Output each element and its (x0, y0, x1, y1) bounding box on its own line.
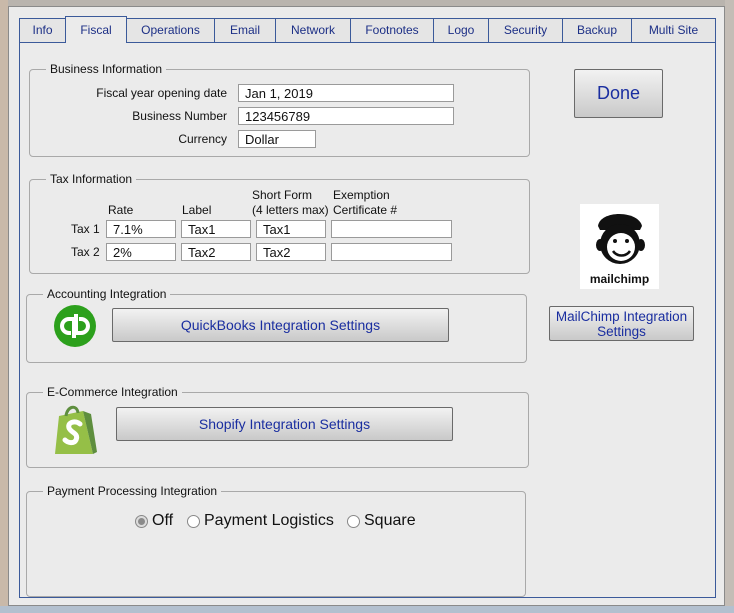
tab-logo[interactable]: Logo (433, 18, 489, 42)
mailchimp-settings-button[interactable]: MailChimp Integration Settings (549, 306, 694, 341)
payment-processing-group: Payment Processing Integration Off Payme… (26, 484, 526, 597)
tab-security[interactable]: Security (488, 18, 563, 42)
shopify-icon (49, 402, 101, 459)
tax-2-label: Tax 2 (71, 245, 100, 259)
payment-option-square[interactable]: Square (347, 512, 416, 530)
quickbooks-settings-button[interactable]: QuickBooks Integration Settings (112, 308, 449, 342)
accounting-integration-title: Accounting Integration (43, 287, 171, 301)
mailchimp-button-line2: Settings (597, 323, 646, 339)
radio-payment-logistics-label: Payment Logistics (204, 512, 334, 529)
mailchimp-logo: mailchimp (580, 204, 659, 289)
radio-off-label: Off (152, 512, 174, 529)
mailchimp-button-line1: MailChimp Integration (555, 308, 688, 324)
tax-information-group: Tax Information Rate Label Short Form (4… (29, 172, 530, 274)
tax-2-exemption-field[interactable] (331, 243, 452, 261)
label-column-header: Label (182, 203, 212, 217)
tax-2-rate-field[interactable] (106, 243, 176, 261)
payment-option-off[interactable]: Off (135, 512, 173, 530)
background-panel-right (725, 0, 734, 613)
tax-1-label: Tax 1 (71, 222, 100, 236)
short-form-hint: (4 letters max) (252, 203, 329, 217)
ecommerce-integration-group: E-Commerce Integration Shopify Integrati… (26, 385, 529, 468)
done-button[interactable]: Done (574, 69, 663, 118)
tax-1-short-form-field[interactable] (256, 220, 326, 238)
background-panel-bottom (0, 606, 734, 613)
shopify-settings-button[interactable]: Shopify Integration Settings (116, 407, 453, 441)
tax-1-rate-field[interactable] (106, 220, 176, 238)
quickbooks-icon (54, 305, 96, 350)
radio-payment-logistics-indicator[interactable] (187, 514, 200, 528)
radio-square-indicator[interactable] (347, 514, 360, 528)
tax-1-label-field[interactable] (181, 220, 251, 238)
business-number-field[interactable] (238, 107, 454, 125)
tax-1-exemption-field[interactable] (331, 220, 452, 238)
payment-option-payment-logistics[interactable]: Payment Logistics (187, 512, 334, 530)
certificate-header: Certificate # (333, 203, 398, 217)
tab-multi-site[interactable]: Multi Site (631, 18, 716, 42)
tab-info[interactable]: Info (19, 18, 66, 42)
tab-footnotes[interactable]: Footnotes (350, 18, 434, 42)
rate-column-header: Rate (108, 203, 134, 217)
tax-2-label-field[interactable] (181, 243, 251, 261)
tab-operations[interactable]: Operations (126, 18, 215, 42)
tab-backup[interactable]: Backup (562, 18, 632, 42)
tax-information-title: Tax Information (46, 172, 137, 186)
tab-network[interactable]: Network (275, 18, 351, 42)
business-information-group: Business Information Fiscal year opening… (29, 62, 530, 157)
currency-label: Currency (178, 132, 227, 146)
fiscal-year-field[interactable] (238, 84, 454, 102)
fiscal-year-label: Fiscal year opening date (96, 86, 227, 100)
background-panel-left (0, 0, 8, 613)
tab-email[interactable]: Email (214, 18, 276, 42)
tab-fiscal[interactable]: Fiscal (65, 16, 127, 43)
fiscal-tab-panel: Business Information Fiscal year opening… (19, 42, 716, 598)
ecommerce-integration-title: E-Commerce Integration (43, 385, 182, 399)
accounting-integration-group: Accounting Integration QuickBooks Integr… (26, 287, 527, 363)
business-number-label: Business Number (132, 109, 227, 123)
payment-processing-title: Payment Processing Integration (43, 484, 222, 498)
radio-square-label: Square (364, 512, 416, 529)
radio-off-indicator[interactable] (135, 514, 148, 528)
exemption-header: Exemption (333, 188, 390, 202)
business-information-title: Business Information (46, 62, 167, 76)
settings-dialog: Info Fiscal Operations Email Network Foo… (8, 6, 725, 606)
tax-2-short-form-field[interactable] (256, 243, 326, 261)
mailchimp-wordmark: mailchimp (589, 272, 650, 286)
short-form-header: Short Form (252, 188, 313, 202)
currency-field[interactable] (238, 130, 316, 148)
